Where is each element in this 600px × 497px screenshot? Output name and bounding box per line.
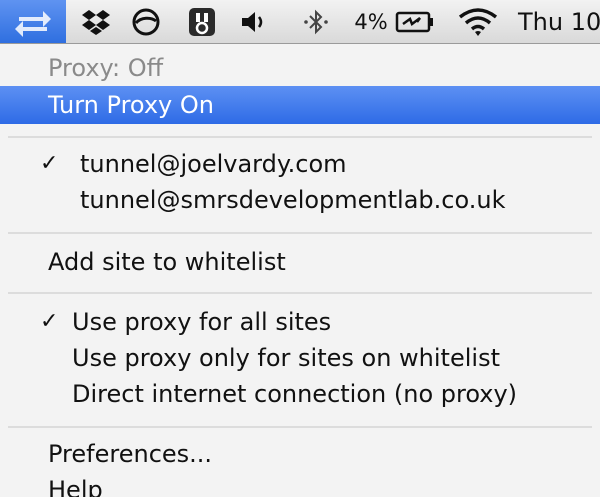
checkmark-icon: ✓	[40, 151, 59, 176]
volume-icon[interactable]	[232, 0, 276, 43]
screen: 4% Thu 10 Proxy: Off Turn Proxy On ✓ tun…	[0, 0, 600, 497]
account-item-smrsdevelopmentlab[interactable]: tunnel@smrsdevelopmentlab.co.uk	[0, 182, 600, 218]
wifi-icon[interactable]	[452, 0, 504, 43]
checkmark-icon: ✓	[40, 309, 59, 334]
mode-label: Direct internet connection (no proxy)	[72, 380, 518, 408]
battery-percent[interactable]: 4%	[352, 0, 390, 43]
separator	[8, 292, 592, 294]
owl-app-icon[interactable]	[180, 0, 224, 43]
help-item[interactable]: Help	[0, 472, 600, 497]
menu-bar: 4% Thu 10	[0, 0, 600, 44]
separator	[8, 232, 592, 234]
account-label: tunnel@joelvardy.com	[80, 150, 347, 178]
circle-slash-icon[interactable]	[124, 0, 168, 43]
account-item-joelvardy[interactable]: ✓ tunnel@joelvardy.com	[0, 146, 600, 182]
proxy-dropdown-menu: Proxy: Off Turn Proxy On ✓ tunnel@joelva…	[0, 44, 600, 497]
mode-item-all-sites[interactable]: ✓ Use proxy for all sites	[0, 304, 600, 340]
mode-label: Use proxy only for sites on whitelist	[72, 344, 500, 372]
proxy-status: Proxy: Off	[0, 50, 600, 86]
separator	[8, 136, 592, 138]
dropbox-icon[interactable]	[76, 0, 116, 43]
account-label: tunnel@smrsdevelopmentlab.co.uk	[80, 186, 506, 214]
turn-proxy-on-label: Turn Proxy On	[48, 91, 214, 119]
bluetooth-icon[interactable]	[294, 0, 338, 43]
mode-item-whitelist-only[interactable]: Use proxy only for sites on whitelist	[0, 340, 600, 376]
mode-label: Use proxy for all sites	[72, 308, 332, 336]
add-site-to-whitelist-item[interactable]: Add site to whitelist	[0, 244, 600, 280]
proxy-switch-icon[interactable]	[0, 0, 66, 43]
mode-item-direct[interactable]: Direct internet connection (no proxy)	[0, 376, 600, 412]
turn-proxy-on-item[interactable]: Turn Proxy On	[0, 86, 600, 124]
battery-charging-icon[interactable]	[390, 0, 440, 43]
preferences-label: Preferences...	[48, 440, 213, 468]
clock[interactable]: Thu 10	[518, 0, 600, 43]
add-whitelist-label: Add site to whitelist	[48, 248, 286, 276]
help-label: Help	[48, 476, 103, 497]
preferences-item[interactable]: Preferences...	[0, 436, 600, 472]
proxy-status-label: Proxy: Off	[48, 54, 164, 82]
separator	[8, 426, 592, 428]
